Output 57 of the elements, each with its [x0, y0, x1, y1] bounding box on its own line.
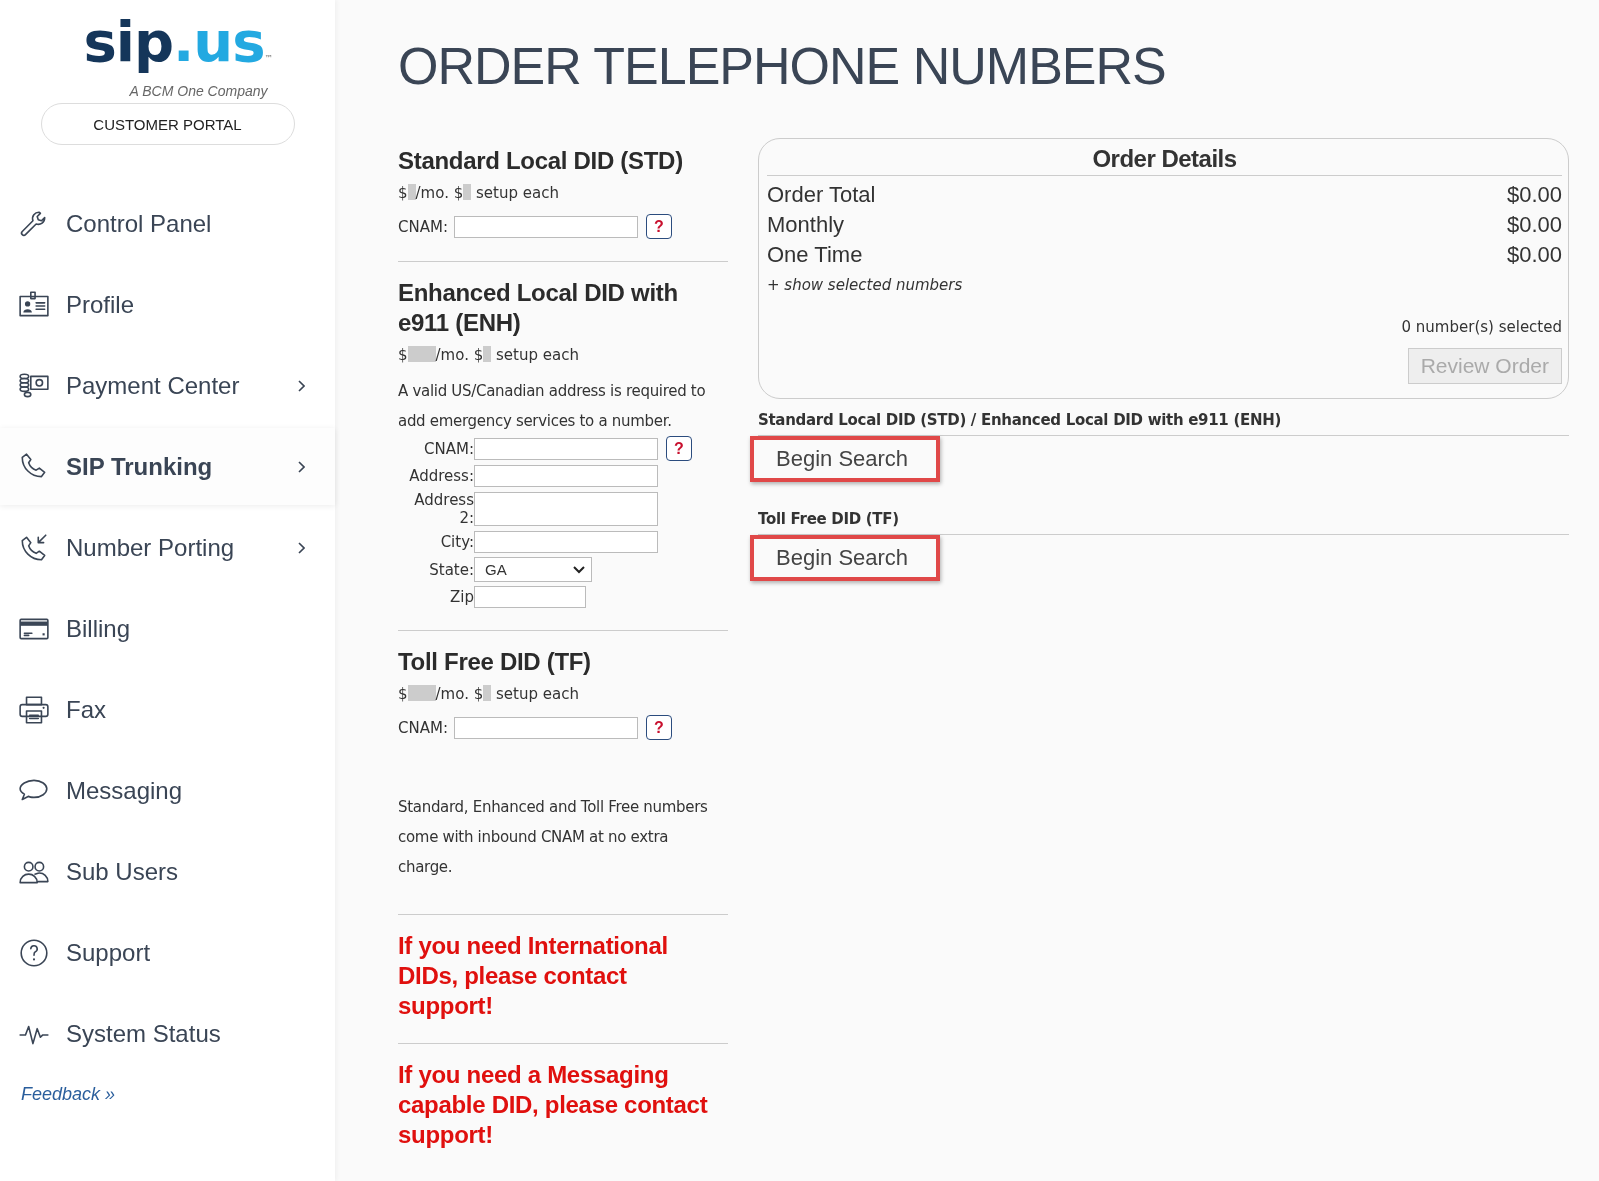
nav-item[interactable]: Support	[0, 914, 335, 991]
input-field[interactable]	[474, 492, 658, 526]
input-field[interactable]	[474, 437, 658, 460]
nav-item[interactable]: Messaging	[0, 752, 335, 829]
nav-item[interactable]: Billing	[0, 590, 335, 667]
field-label: CNAM:	[423, 439, 474, 458]
nav-item[interactable]: Fax	[0, 671, 335, 748]
input-field[interactable]	[474, 586, 586, 608]
nav-item[interactable]: SIP Trunking	[0, 428, 335, 505]
info-text: A valid US/Canadian address is required to add emergency services to a number.	[398, 381, 707, 432]
nav-item[interactable]: Control Panel	[0, 185, 335, 262]
field-label: Address 2:	[413, 491, 474, 527]
section-heading: Standard Local DID (STD)	[398, 146, 684, 176]
begin-search-button[interactable]: Begin Search	[750, 535, 940, 581]
input-field[interactable]	[474, 465, 658, 487]
begin-search-button[interactable]: Begin Search	[750, 436, 940, 482]
summary-value: $0.00	[1506, 211, 1562, 239]
input-field[interactable]	[453, 716, 638, 739]
summary-value: $0.00	[1506, 241, 1562, 269]
selected-count: 0 number(s) selected	[1401, 318, 1562, 336]
panel-title: Order Details	[767, 145, 1562, 176]
nav-item[interactable]: Profile	[0, 266, 335, 343]
help-button[interactable]: ?	[645, 715, 672, 740]
alert-text: If you need International DIDs, please contact support!	[398, 931, 669, 1021]
field-label: City:	[439, 533, 474, 551]
price-line: $ /mo. $ setup each	[398, 685, 580, 703]
nav-item[interactable]: System Status	[0, 995, 335, 1072]
field-label: CNAM:	[398, 217, 448, 236]
page-title: ORDER TELEPHONE NUMBERS	[398, 36, 1167, 96]
nav-item[interactable]: Sub Users	[0, 833, 335, 910]
logo: sip.us™ A BCM One Company	[83, 14, 272, 99]
summary-label: Monthly	[767, 211, 845, 239]
price-line: $ /mo. $ setup each	[398, 346, 580, 364]
price-line: $ /mo. $ setup each	[398, 184, 560, 202]
section-heading: Toll Free DID (TF)	[398, 647, 592, 677]
nav-item[interactable]: Payment Center	[0, 347, 335, 424]
summary-label: One Time	[767, 241, 863, 269]
help-button[interactable]: ?	[645, 214, 672, 239]
state-select[interactable]: GA	[474, 557, 592, 582]
field-label: Zip	[449, 588, 474, 606]
caret-icon	[573, 565, 585, 574]
nav-item[interactable]: Number Porting	[0, 509, 335, 586]
help-button[interactable]: ?	[666, 436, 692, 461]
info-text: Standard, Enhanced and Toll Free numbers come with inbound CNAM at no extra charge.	[398, 797, 709, 878]
field-label: CNAM:	[398, 718, 448, 737]
input-field[interactable]	[474, 531, 658, 553]
help-circle-icon	[18, 936, 50, 969]
printer-icon	[18, 693, 50, 726]
summary-value: $0.00	[1506, 181, 1562, 209]
field-label: Address:	[408, 467, 474, 485]
field-label: State:	[428, 560, 474, 579]
section-heading: Enhanced Local DID with e911 (ENH)	[398, 278, 679, 338]
summary-label: Order Total	[767, 181, 876, 209]
feedback-link[interactable]: Feedback »	[21, 1084, 335, 1105]
show-numbers-link[interactable]: + show selected numbers	[767, 276, 1562, 294]
alert-text: If you need a Messaging capable DID, please contact support!	[398, 1060, 709, 1150]
input-field[interactable]	[453, 215, 638, 238]
